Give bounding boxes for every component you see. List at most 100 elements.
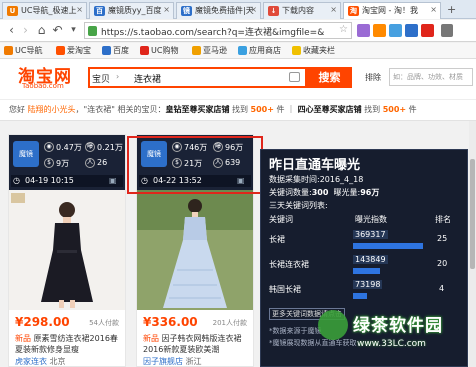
search-input[interactable]: 连衣裙 [134, 72, 161, 85]
bookmarks-bar: UC导航 爱淘宝 百度 UC购物 亚马逊 应用商店 收藏夹栏 [0, 43, 476, 59]
shop-location: 浙江 [185, 357, 202, 366]
tab-uc[interactable]: U UC导航_极速上 × [2, 2, 87, 19]
search-box[interactable]: 宝贝 › 连衣裙 [88, 67, 307, 88]
shop-link[interactable]: 因子旗舰店 [143, 357, 183, 366]
tab-label: UC导航_极速上 [21, 6, 77, 15]
popup-title: 昨日直通车曝光 [269, 158, 361, 173]
exposure-index: 73198 [353, 280, 383, 289]
tab-taobao[interactable]: 淘 淘宝网 - 淘！我 × [343, 2, 441, 19]
bookmark-app-store[interactable]: 应用商店 [238, 45, 281, 56]
app-store-icon [238, 46, 247, 55]
stat-value: 0.21万 [97, 143, 123, 152]
eye-icon: ◉ [44, 142, 54, 152]
tab-downloads[interactable]: ↓ 下载内容 × [263, 2, 341, 19]
exposure-label: 曝光量: [333, 188, 361, 197]
info-icon[interactable]: ▣ [109, 176, 117, 185]
close-icon[interactable]: × [330, 5, 337, 14]
tab-label: 淘宝网 - 淘！我 [362, 6, 418, 15]
product-title[interactable]: 新品 因子韩衣网韩版连衣裙2016新款夏装欧美潮 [143, 333, 251, 355]
close-icon[interactable]: × [163, 5, 170, 14]
keyword-list-label: 三天关键词列表: [269, 201, 328, 210]
notice-text: 件 [406, 105, 417, 114]
clock-icon: ◷ [13, 176, 20, 185]
uc-icon [4, 46, 13, 55]
keyword-cell[interactable]: 长裙 [269, 234, 285, 245]
col-header-keyword: 关键词 [269, 215, 293, 224]
star-icon[interactable]: ☆ [339, 24, 348, 35]
highlight-box [127, 136, 263, 194]
keyword-cell[interactable]: 韩国长裙 [269, 284, 301, 295]
bookmark-aitaobao[interactable]: 爱淘宝 [56, 45, 91, 56]
username-link[interactable]: 陆翔的小光头 [28, 105, 76, 114]
rank-cell: 20 [437, 259, 448, 268]
listing-date-bar: ◷ 04-19 10:15 ▣ [11, 175, 123, 187]
taobao-icon [56, 46, 65, 55]
mojing-badge[interactable]: 魔镜 [13, 141, 39, 167]
uc-extension-icon[interactable] [373, 24, 386, 37]
uc-icon: U [7, 6, 18, 16]
keyword-cell[interactable]: 长裙连衣裙 [269, 259, 309, 270]
tab-mojing[interactable]: 镜 魔镜免费插件|天 × [176, 2, 261, 19]
download-manager-icon[interactable] [421, 24, 434, 37]
dress-photo-icon [9, 190, 125, 310]
bookmark-amazon[interactable]: 亚马逊 [192, 45, 227, 56]
shop-info: 虎家连衣 北京 [15, 356, 66, 367]
chevron-down-icon[interactable]: › [116, 72, 119, 81]
search-notice: 您好 陆翔的小光头，"连衣裙" 相关的宝贝：皇钻至尊买家店铺 找到 500+ 件… [0, 99, 476, 121]
crown-shop-filter[interactable]: 皇钻至尊买家店铺 [165, 105, 229, 114]
back-icon[interactable]: ‹ [4, 23, 19, 38]
exposure-icon: 曝 [85, 142, 95, 152]
heart-shop-filter[interactable]: 四心至尊买家店铺 [298, 105, 362, 114]
product-title[interactable]: 新品 原素雪纺连衣裙2016春夏装新款修身显瘦 [15, 333, 123, 355]
vertical-scrollbar[interactable] [469, 121, 476, 367]
tab-bar: U UC导航_极速上 × 百 魔镜质yy_百度 × 镜 魔镜免费插件|天 × ↓… [0, 0, 476, 19]
col-header-exposure: 曝光指数 [355, 215, 387, 224]
sold-count: 201人付款 [212, 319, 247, 327]
data-source-note: *数据来源于魔镜 [269, 327, 322, 335]
baidu-icon: 百 [94, 6, 105, 16]
new-tab-button[interactable]: + [447, 3, 456, 16]
people-icon: 人 [85, 158, 95, 168]
col-header-rank: 排名 [435, 215, 451, 224]
home-icon[interactable]: ⌂ [34, 23, 49, 38]
exposure-index: 143849 [353, 255, 388, 264]
exposure-bar [353, 243, 423, 249]
uc-shopping-icon [140, 46, 149, 55]
product-image[interactable] [9, 190, 125, 310]
keyword-count-value: 300 [311, 188, 329, 197]
baidu-icon [102, 46, 111, 55]
tab-baidu[interactable]: 百 魔镜质yy_百度 × [89, 2, 174, 19]
exclude-input[interactable]: 如：品牌、功效、材质 [389, 68, 473, 86]
exposure-index: 369317 [353, 230, 388, 239]
extension-icon[interactable] [357, 24, 370, 37]
undo-icon[interactable]: ↶ [50, 23, 65, 38]
tab-label: 下载内容 [282, 6, 314, 15]
product-image[interactable] [137, 190, 253, 310]
close-icon[interactable]: × [430, 5, 437, 14]
bookmark-uc-nav[interactable]: UC导航 [4, 45, 42, 56]
notice-text: ，"连衣裙" 相关的宝贝： [75, 105, 166, 114]
forward-icon[interactable]: › [18, 23, 33, 38]
mojing-plugin-icon[interactable] [405, 24, 418, 37]
menu-icon[interactable] [441, 24, 453, 37]
scrollbar-thumb[interactable] [470, 159, 475, 269]
tab-label: 魔镜质yy_百度 [108, 6, 162, 15]
sync-icon[interactable] [389, 24, 402, 37]
address-input[interactable]: https://s.taobao.com/search?q=连衣裙&imgfil… [84, 22, 352, 39]
bookmark-baidu[interactable]: 百度 [102, 45, 129, 56]
shop-info: 因子旗舰店 浙江 [143, 356, 202, 367]
result-count: 500+ [382, 105, 407, 114]
search-button[interactable]: 搜索 [307, 67, 352, 88]
stat-value: 9万 [56, 159, 70, 168]
new-tag: 新品 [15, 334, 31, 343]
product-card[interactable]: 魔镜 ◉ 0.47万 曝 0.21万 $9万 人 26 ◷ 04-19 10:15 ▣ [8, 134, 126, 367]
chevron-down-icon[interactable]: ▾ [66, 23, 81, 38]
camera-icon[interactable] [289, 72, 300, 82]
bookmark-favorites[interactable]: 收藏夹栏 [292, 45, 335, 56]
close-icon[interactable]: × [250, 5, 257, 14]
search-scope[interactable]: 宝贝 [92, 72, 110, 85]
shop-link[interactable]: 虎家连衣 [15, 357, 47, 366]
bookmark-uc-shopping[interactable]: UC购物 [140, 45, 178, 56]
close-icon[interactable]: × [76, 5, 83, 14]
notice-text: 找到 [229, 105, 251, 114]
